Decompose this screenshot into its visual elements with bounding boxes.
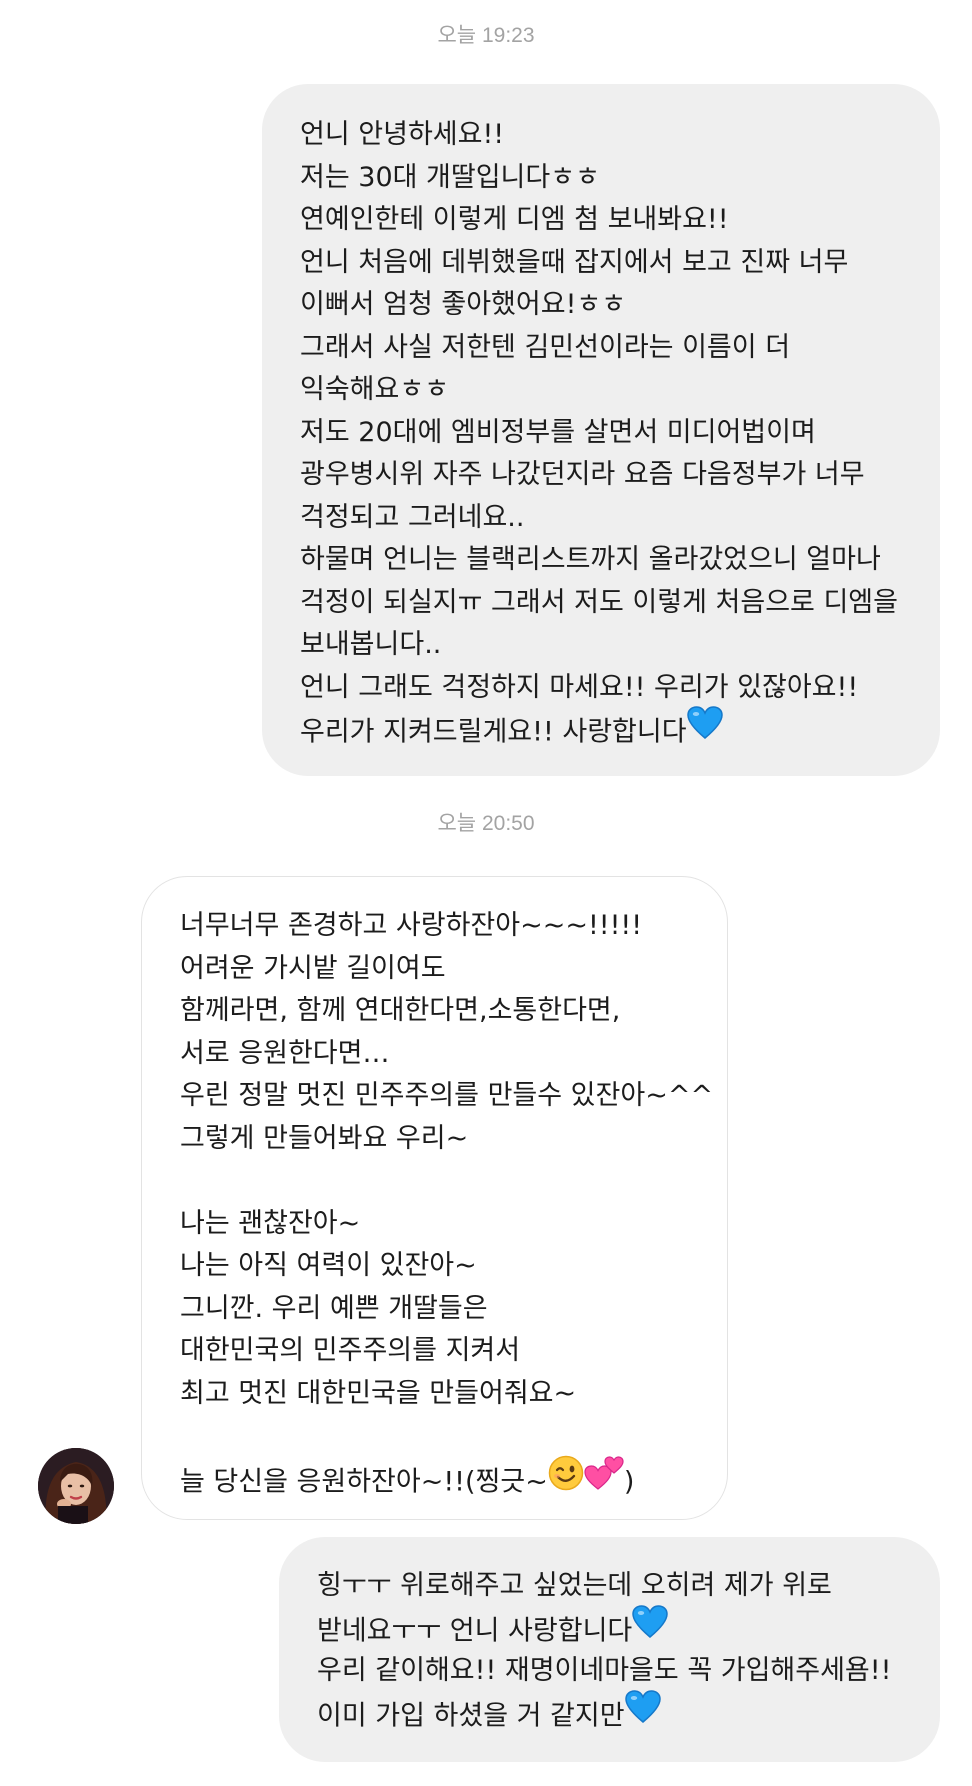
- message-line: 그렇게 만들어봐요 우리~: [180, 1122, 469, 1154]
- message-line: 늘 당신을 응원하잔아~!!(찡긋~: [180, 1465, 548, 1497]
- message-line: 이뻐서 엄청 좋아했어요!ㅎㅎ: [300, 289, 627, 320]
- message-line: 보내봅니다..: [300, 629, 442, 660]
- message-line: 우리 같이해요!! 재명이네마을도 꼭 가입해주세욤!!: [317, 1655, 892, 1686]
- message-line: 힝ㅜㅜ 위로해주고 싶었는데 오히려 제가 위로: [317, 1570, 832, 1601]
- message-line: 연예인한테 이렇게 디엠 첨 보내봐요!!: [300, 204, 729, 235]
- outgoing-message-bubble[interactable]: 언니 안녕하세요!! 저는 30대 개딸입니다ㅎㅎ 연예인한테 이렇게 디엠 첨…: [262, 84, 940, 776]
- blue-heart-icon: [624, 1689, 661, 1738]
- message-line: 함께라면, 함께 연대한다면,소통한다면,: [180, 995, 621, 1026]
- message-line: 나는 아직 여력이 있잔아~: [180, 1250, 477, 1281]
- message-line: 나는 괜찮잔아~: [180, 1207, 361, 1239]
- message-line: 대한민국의 민주주의를 지켜서: [180, 1335, 521, 1366]
- timestamp: 오늘 19:23: [437, 24, 535, 47]
- blue-heart-icon: [686, 706, 723, 754]
- incoming-message-bubble[interactable]: 너무너무 존경하고 사랑하잔아~~~!!!!! 어려운 가시밭 길이여도 함께라…: [141, 876, 728, 1520]
- message-line: 걱정되고 그러네요..: [300, 501, 525, 533]
- message-line: 최고 멋진 대한민국을 만들어줘요~: [180, 1377, 577, 1409]
- closing-paren: ): [623, 1465, 635, 1497]
- message-line: 하물며 언니는 블랙리스트까지 올라갔었으니 얼마나: [300, 544, 881, 575]
- winking-face-icon: [548, 1455, 584, 1505]
- message-line: 광우병시위 자주 나갔던지라 요즘 다음정부가 너무: [300, 459, 865, 490]
- blue-heart-icon: [632, 1604, 669, 1653]
- message-line: 익숙해요ㅎㅎ: [300, 374, 450, 405]
- message-line: 어려운 가시밭 길이여도: [180, 952, 446, 984]
- message-line: 그니깐. 우리 예쁜 개딸들은: [180, 1292, 488, 1324]
- message-line-with-emoji: 우리가 지켜드릴게요!! 사랑합니다: [300, 706, 920, 754]
- timestamp: 오늘 20:50: [437, 812, 535, 835]
- message-line: 저는 30대 개딸입니다ㅎㅎ: [300, 161, 600, 193]
- message-line-with-emoji: 이미 가입 하셨을 거 같지만: [317, 1689, 924, 1738]
- avatar[interactable]: [38, 1448, 114, 1524]
- message-line-with-emoji: 늘 당신을 응원하잔아~!!(찡긋~): [180, 1455, 711, 1501]
- message-line: 받네요ㅜㅜ 언니 사랑합니다: [317, 1614, 633, 1646]
- message-line: 우린 정말 멋진 민주주의를 만들수 있잔아~^^: [180, 1080, 714, 1111]
- message-line: 걱정이 되실지ㅠ 그래서 저도 이렇게 처음으로 디엠을: [300, 586, 898, 618]
- message-line: 그래서 사실 저한텐 김민선이라는 이름이 더: [300, 331, 791, 363]
- message-line: 너무너무 존경하고 사랑하잔아~~~!!!!!: [180, 910, 643, 941]
- message-line: 우리가 지켜드릴게요!! 사랑합니다: [300, 716, 687, 748]
- message-line: 이미 가입 하셨을 거 같지만: [317, 1699, 625, 1731]
- message-line: 언니 그래도 걱정하지 마세요!! 우리가 있잖아요!!: [300, 671, 859, 703]
- message-line-with-emoji: 받네요ㅜㅜ 언니 사랑합니다: [317, 1604, 924, 1653]
- two-hearts-icon: [584, 1455, 624, 1505]
- message-line: 언니 안녕하세요!!: [300, 119, 505, 150]
- message-line: 저도 20대에 엠비정부를 살면서 미디어법이며: [300, 416, 816, 448]
- outgoing-message-bubble[interactable]: 힝ㅜㅜ 위로해주고 싶었는데 오히려 제가 위로 받네요ㅜㅜ 언니 사랑합니다 …: [279, 1537, 940, 1762]
- message-line: 서로 응원한다면…: [180, 1037, 390, 1069]
- message-line: 언니 처음에 데뷔했을때 잡지에서 보고 진짜 너무: [300, 246, 849, 278]
